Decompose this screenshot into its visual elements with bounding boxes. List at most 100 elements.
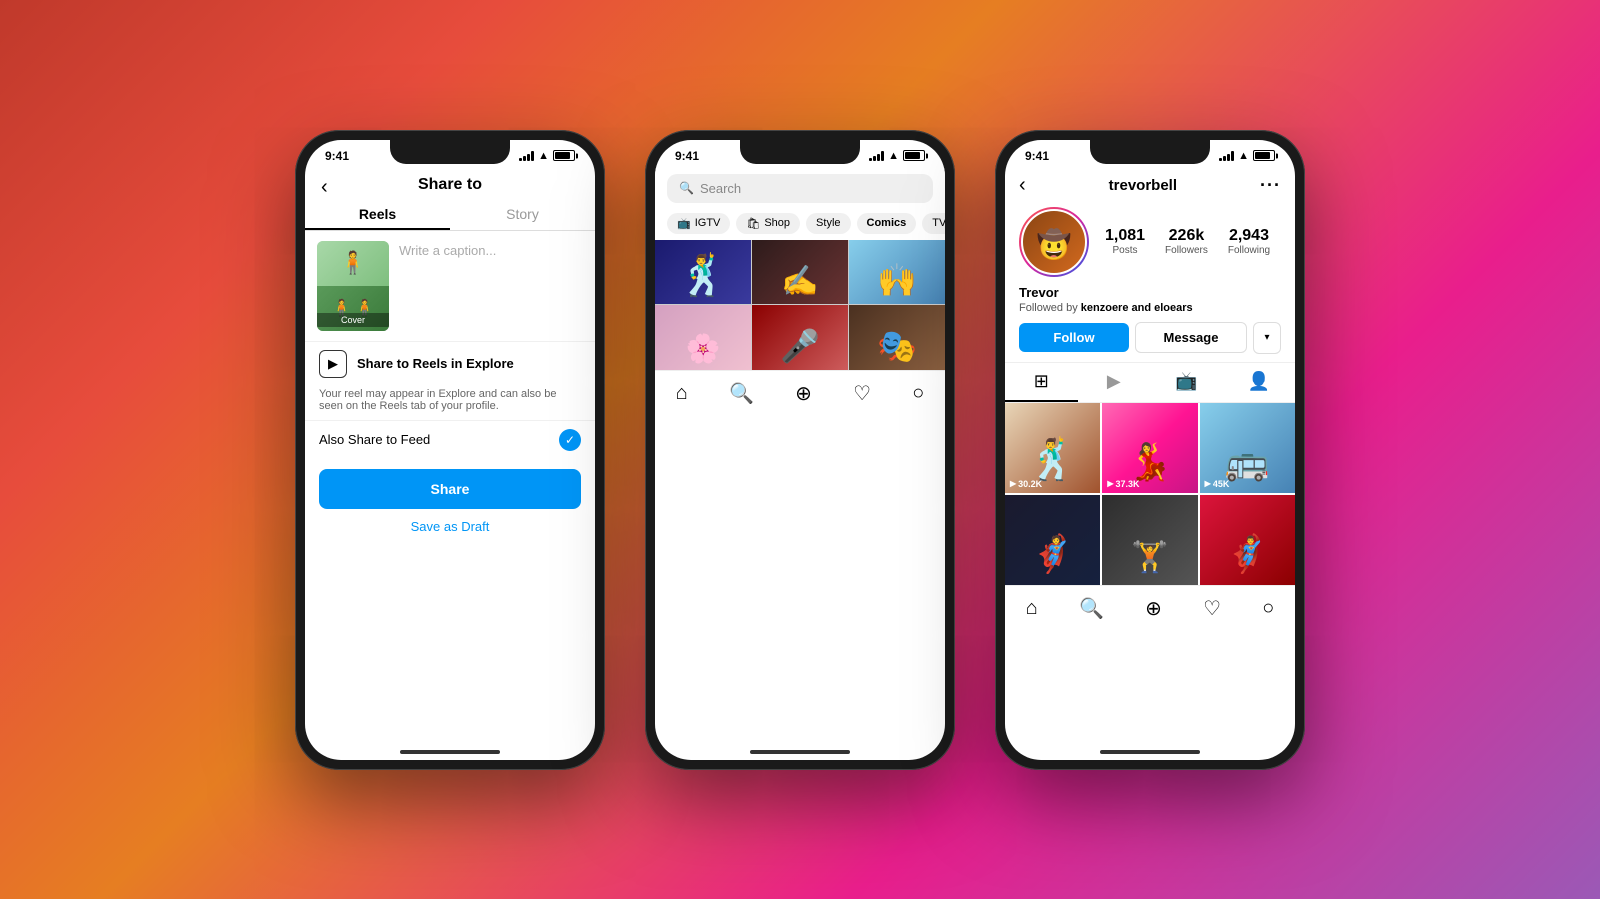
also-share-checkbox[interactable]: ✓	[559, 429, 581, 451]
nav-heart-3[interactable]: ♡	[1203, 596, 1221, 621]
nav-home-2[interactable]: ⌂	[676, 382, 688, 405]
photo-cell-2[interactable]: ▶ 37.3K	[1102, 403, 1197, 493]
following-count: 2,943	[1228, 227, 1270, 245]
categories-row: 📺 IGTV 🛍 Shop Style Comics TV & Movie	[655, 209, 945, 240]
posts-label: Posts	[1105, 245, 1145, 256]
thumb-4[interactable]: 🌸	[655, 305, 751, 370]
caption-input[interactable]: Write a caption...	[399, 241, 583, 258]
photo-cell-4[interactable]	[1005, 495, 1100, 585]
share-button[interactable]: Share	[319, 469, 581, 509]
profile-tabs: ⊞ ▶ 📺 👤	[1005, 362, 1295, 403]
wifi-icon-2: ▲	[888, 150, 899, 162]
dropdown-button[interactable]: ▾	[1253, 322, 1281, 354]
tab-reels[interactable]: Reels	[305, 198, 450, 230]
nav-search-2[interactable]: 🔍	[729, 381, 754, 406]
profile-name: Trevor	[1005, 285, 1295, 302]
nav-plus-3[interactable]: ⊕	[1145, 596, 1162, 621]
cover-thumb-inner: 🧍 🧍 🧍	[317, 241, 389, 331]
cat-comics[interactable]: Comics	[857, 213, 917, 234]
photo-cell-5[interactable]	[1102, 495, 1197, 585]
more-options-button[interactable]: ···	[1260, 175, 1281, 196]
play-icon-1: ▶	[1010, 479, 1016, 488]
profile-followed-by: Followed by kenzoere and eloears	[1005, 302, 1295, 322]
photo-cell-1[interactable]: ▶ 30.2K	[1005, 403, 1100, 493]
search-bar[interactable]: 🔍 Search	[667, 174, 933, 203]
phones-container: 9:41 ▲ ‹ Share to	[295, 130, 1305, 770]
ptab-reels[interactable]: ▶	[1078, 363, 1151, 402]
shop-icon: 🛍	[746, 217, 760, 230]
back-arrow-3[interactable]: ‹	[1019, 174, 1026, 197]
avatar-image: 🤠	[1037, 228, 1072, 261]
bottom-nav-3: ⌂ 🔍 ⊕ ♡ ○	[1005, 585, 1295, 635]
photo-cell-6[interactable]	[1200, 495, 1295, 585]
phone-1-screen: 9:41 ▲ ‹ Share to	[305, 140, 595, 760]
action-buttons: Follow Message ▾	[1005, 322, 1295, 362]
battery-icon-1	[553, 150, 575, 161]
following-label: Following	[1228, 245, 1270, 256]
igtv-icon: 📺	[677, 217, 691, 230]
status-time-3: 9:41	[1025, 149, 1049, 163]
phone-1: 9:41 ▲ ‹ Share to	[295, 130, 605, 770]
phone2-content: 🔍 Search 📺 IGTV 🛍 Shop Style	[655, 168, 945, 420]
photo-count-3: ▶ 45K	[1205, 479, 1230, 489]
nav-person-3[interactable]: ○	[1262, 597, 1274, 620]
photo-grid: ▶ 30.2K ▶ 37.3K ▶ 45K	[1005, 403, 1295, 585]
follow-button[interactable]: Follow	[1019, 323, 1129, 352]
save-draft-button[interactable]: Save as Draft	[305, 513, 595, 540]
signal-icon-3	[1219, 151, 1234, 161]
share-title: Share to	[321, 176, 579, 194]
photo-count-1: ▶ 30.2K	[1010, 479, 1042, 489]
toggle-row: Also Share to Feed ✓	[305, 420, 595, 459]
nav-person-2[interactable]: ○	[912, 382, 924, 405]
cat-shop[interactable]: 🛍 Shop	[736, 213, 800, 234]
wifi-icon-3: ▲	[1238, 150, 1249, 162]
followers-label: Followers	[1165, 245, 1208, 256]
share-reels-row: ▶ Share to Reels in Explore	[305, 341, 595, 386]
ptab-grid[interactable]: ⊞	[1005, 363, 1078, 402]
status-time-2: 9:41	[675, 149, 699, 163]
stat-followers: 226k Followers	[1165, 227, 1208, 256]
play-icon-2: ▶	[1107, 479, 1113, 488]
phone-2-screen: 9:41 ▲ 🔍 Search	[655, 140, 945, 760]
avatar-inner: 🤠	[1021, 209, 1087, 275]
status-icons-1: ▲	[519, 150, 575, 162]
profile-header-bar: ‹ trevorbell ···	[1005, 168, 1295, 203]
search-input-2[interactable]: Search	[700, 181, 741, 196]
cover-thumbnail[interactable]: 🧍 🧍 🧍	[317, 241, 389, 331]
ptab-tagged[interactable]: 👤	[1223, 363, 1296, 402]
phone-3-screen: 9:41 ▲ ‹ trevorbell ···	[1005, 140, 1295, 760]
reels-section-icon: ▶	[319, 350, 347, 378]
cat-igtv[interactable]: 📺 IGTV	[667, 213, 730, 234]
signal-icon-1	[519, 151, 534, 161]
back-arrow-1[interactable]: ‹	[321, 176, 328, 199]
caption-row: 🧍 🧍 🧍 Write a caption...	[305, 231, 595, 341]
photo-count-2: ▶ 37.3K	[1107, 479, 1139, 489]
nav-search-3[interactable]: 🔍	[1079, 596, 1104, 621]
search-bar-wrap: 🔍 Search	[655, 168, 945, 209]
followed-by-names: kenzoere and eloears	[1081, 302, 1193, 314]
ptab-tv[interactable]: 📺	[1150, 363, 1223, 402]
thumb-3[interactable]: 🙌	[849, 240, 945, 305]
phone-3: 9:41 ▲ ‹ trevorbell ···	[995, 130, 1305, 770]
tab-story[interactable]: Story	[450, 198, 595, 230]
thumb-6[interactable]: 🎭	[849, 305, 945, 370]
nav-plus-2[interactable]: ⊕	[795, 381, 812, 406]
cat-tv[interactable]: TV & Movie	[922, 213, 945, 234]
share-reels-desc: Your reel may appear in Explore and can …	[305, 386, 595, 420]
nav-heart-2[interactable]: ♡	[853, 381, 871, 406]
thumb-1[interactable]: 🕺	[655, 240, 751, 305]
wifi-icon-1: ▲	[538, 150, 549, 162]
cat-style[interactable]: Style	[806, 213, 850, 234]
photo-cell-3[interactable]: ▶ 45K	[1200, 403, 1295, 493]
thumb-2[interactable]: ✍️	[752, 240, 848, 305]
home-indicator-1	[400, 750, 500, 754]
battery-icon-2	[903, 150, 925, 161]
profile-info: 🤠 1,081 Posts 226k Followers	[1005, 203, 1295, 285]
thumb-5[interactable]: 🎤	[752, 305, 848, 370]
nav-home-3[interactable]: ⌂	[1026, 597, 1038, 620]
home-indicator-2	[750, 750, 850, 754]
stat-posts: 1,081 Posts	[1105, 227, 1145, 256]
play-icon-3: ▶	[1205, 479, 1211, 488]
message-button[interactable]: Message	[1135, 322, 1247, 353]
home-indicator-3	[1100, 750, 1200, 754]
